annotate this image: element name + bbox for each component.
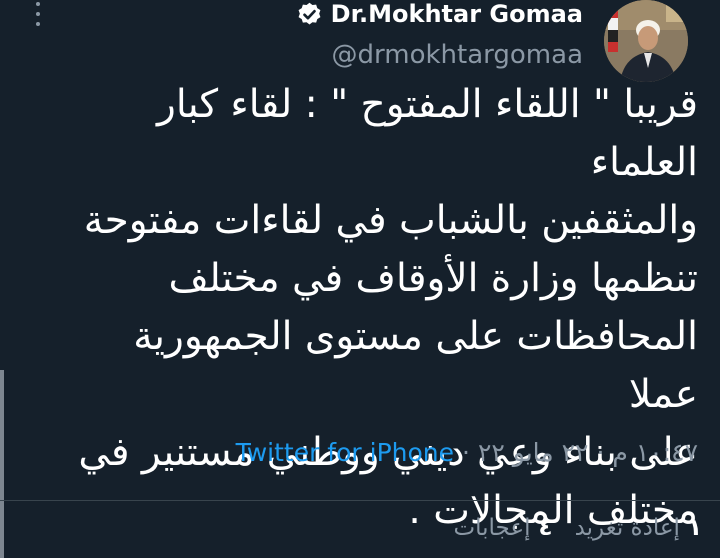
author-display-name: Dr.Mokhtar Gomaa <box>330 0 583 28</box>
author-name-row[interactable]: Dr.Mokhtar Gomaa <box>296 0 583 28</box>
avatar[interactable] <box>604 0 688 82</box>
retweets-label: إعادة تغريد <box>574 515 680 541</box>
meta-separator: · <box>596 437 605 467</box>
tweet-time[interactable]: ١٠:٤٧ م <box>612 438 698 467</box>
retweets-stat[interactable]: ١ إعادة تغريد <box>575 515 702 541</box>
more-vertical-icon <box>36 2 40 6</box>
tweet-meta: ١٠:٤٧ م · ٢٢ مايو ٢٢ · Twitter for iPhon… <box>236 434 698 470</box>
tweet-text: قريبا " اللقاء المفتوح " : لقاء كبار الع… <box>78 82 698 533</box>
tweet-source-link[interactable]: Twitter for iPhone <box>236 438 454 467</box>
likes-count: ٤ <box>538 515 553 541</box>
verified-badge-icon <box>298 2 321 25</box>
likes-stat[interactable]: ٤ إعجابات <box>453 515 552 541</box>
tweet-stats: ١ إعادة تغريد ٤ إعجابات <box>453 510 702 546</box>
left-edge-strip <box>0 370 4 558</box>
avatar-photo <box>604 0 688 82</box>
divider <box>0 500 720 501</box>
more-options-button[interactable] <box>28 2 48 26</box>
author-handle[interactable]: @drmokhtargomaa <box>332 40 583 70</box>
likes-label: إعجابات <box>453 515 531 541</box>
tweet-date[interactable]: ٢٢ مايو ٢٢ <box>478 438 589 467</box>
meta-separator: · <box>462 437 470 467</box>
retweets-count: ١ <box>687 515 702 541</box>
